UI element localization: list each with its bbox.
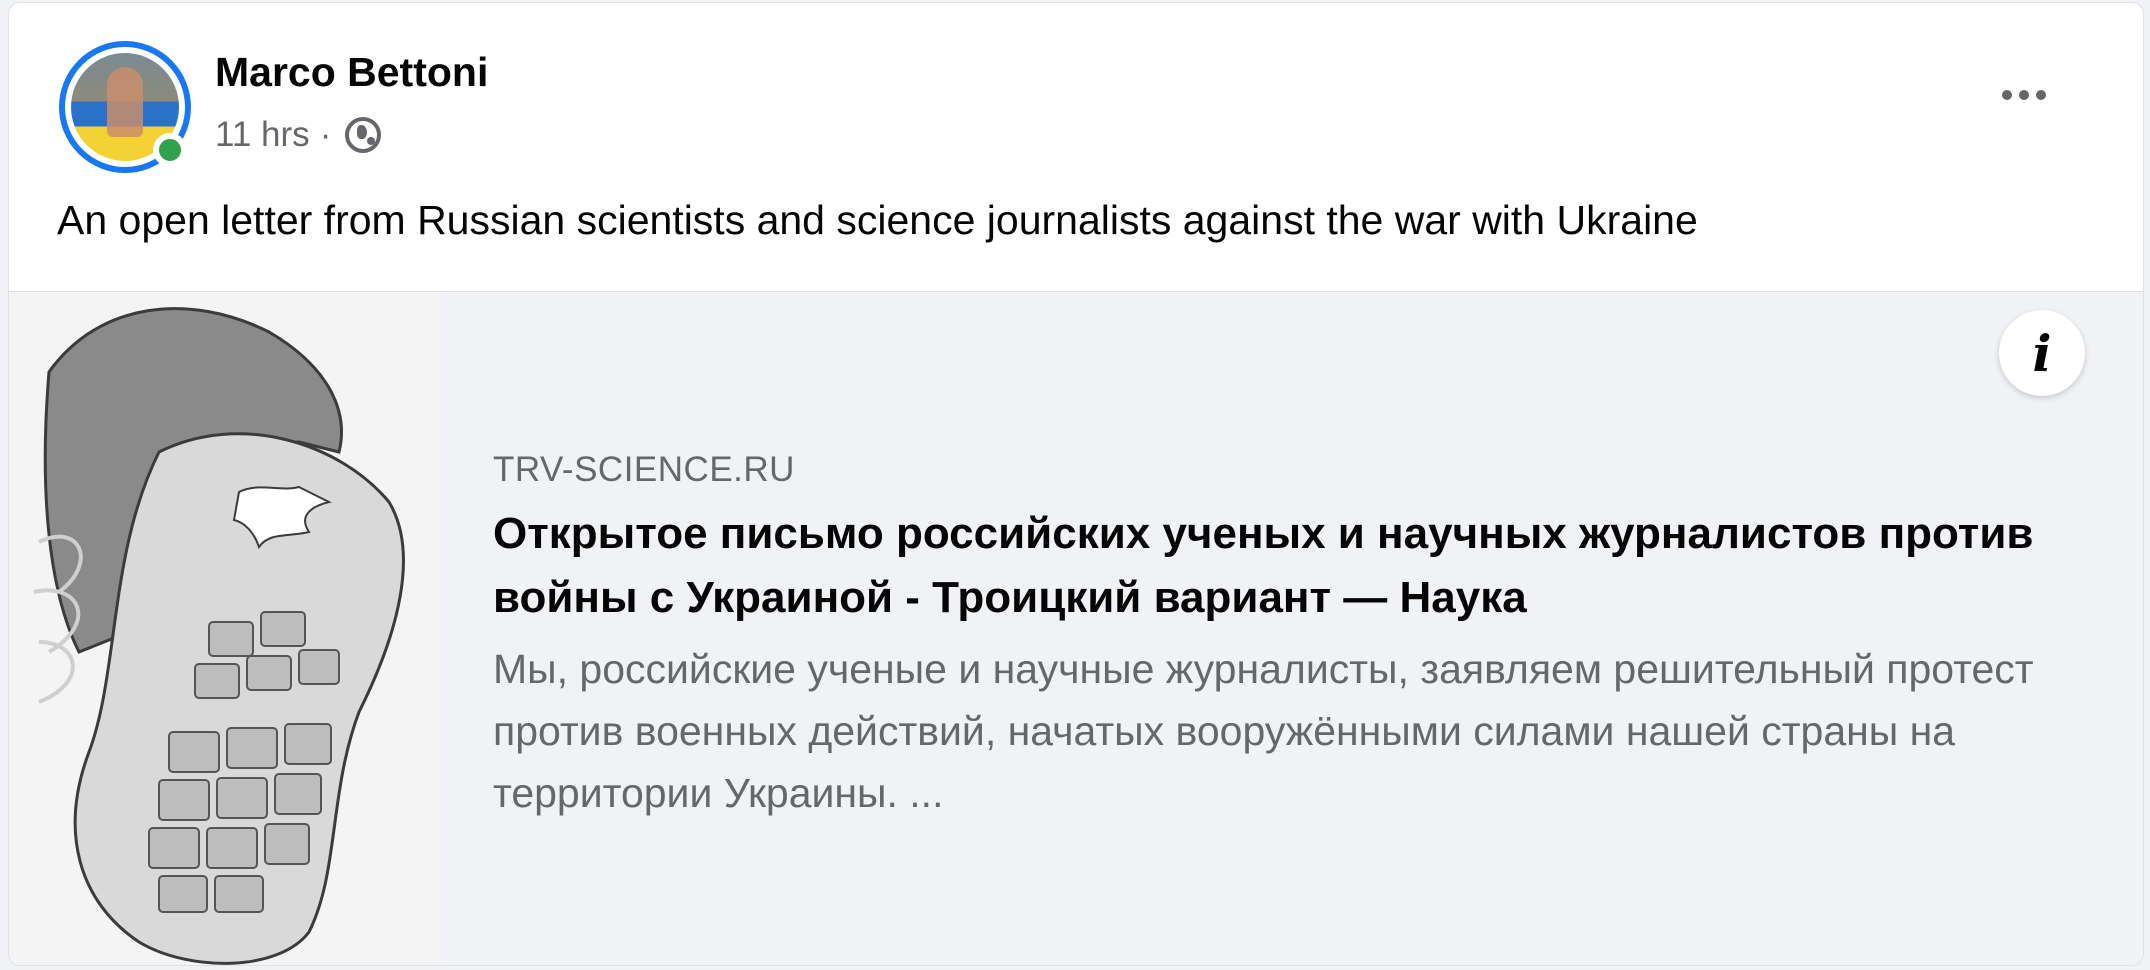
post-timestamp[interactable]: 11 hrs bbox=[215, 115, 310, 155]
post-header: Marco Bettoni 11 hrs · An open letter fr… bbox=[9, 3, 2143, 293]
post-text: An open letter from Russian scientists a… bbox=[57, 197, 1698, 243]
more-options-icon bbox=[2002, 90, 2012, 100]
post-card: Marco Bettoni 11 hrs · An open letter fr… bbox=[8, 2, 2144, 966]
more-options-dot bbox=[2036, 90, 2046, 100]
more-options-dot bbox=[2019, 90, 2029, 100]
more-options-button[interactable] bbox=[1984, 65, 2064, 125]
link-title[interactable]: Открытое письмо российских ученых и науч… bbox=[493, 502, 2093, 630]
boot-sole-illustration bbox=[9, 292, 441, 965]
avatar[interactable] bbox=[59, 41, 191, 173]
online-status-indicator bbox=[153, 133, 187, 167]
post-meta: 11 hrs · bbox=[215, 115, 382, 155]
link-preview[interactable]: i TRV-SCIENCE.RU Открытое письмо российс… bbox=[9, 291, 2143, 965]
meta-separator: · bbox=[319, 115, 332, 154]
link-thumbnail[interactable] bbox=[9, 292, 441, 965]
avatar-figure bbox=[107, 67, 143, 137]
author-name[interactable]: Marco Bettoni bbox=[215, 49, 488, 96]
link-description: Мы, российские ученые и научные журналис… bbox=[493, 646, 2034, 816]
globe-icon[interactable] bbox=[345, 117, 382, 153]
info-icon[interactable]: i bbox=[1999, 310, 2085, 396]
link-domain: TRV-SCIENCE.RU bbox=[493, 450, 795, 489]
